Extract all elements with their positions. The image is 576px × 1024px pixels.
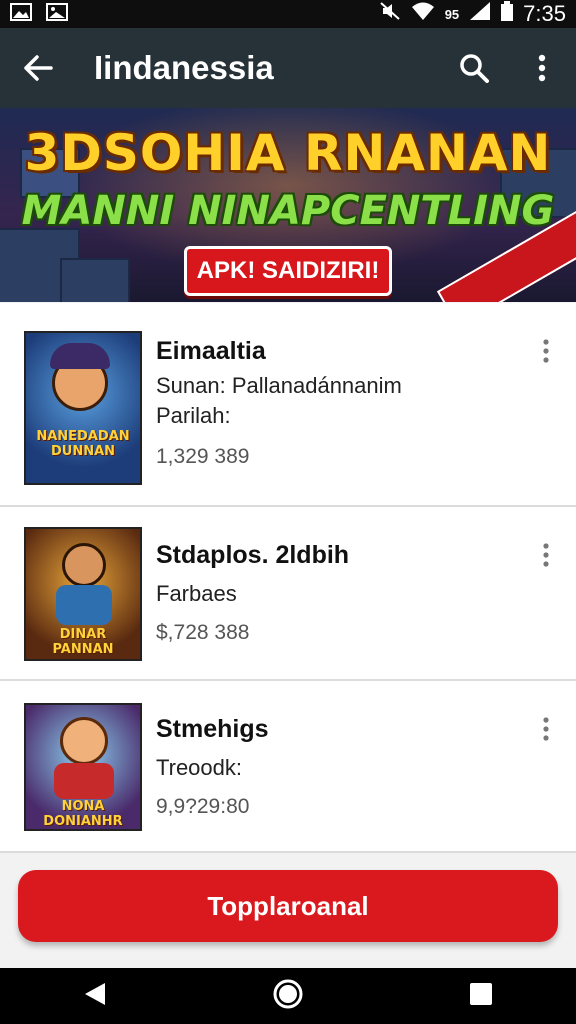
system-nav-bar <box>0 968 576 1024</box>
more-vert-icon[interactable] <box>534 331 558 371</box>
app-description: Treoodk: <box>156 755 243 780</box>
promo-banner[interactable]: 3DSOHIA RNANAN MANNI NINAPCENTLING APK! … <box>0 108 576 302</box>
app-list: NANEDADAN DUNNAN Eimaaltia Sunan: Pallan… <box>0 303 576 853</box>
list-item[interactable]: NONA DONIANHR Stmehigs Treoodk: 9,9?29:8… <box>0 681 576 853</box>
banner-subline: MANNI NINAPCENTLING <box>21 188 555 234</box>
page-title: Iindanessia <box>94 49 274 86</box>
more-vert-icon[interactable] <box>508 28 576 108</box>
app-thumbnail: DINAR PANNAN <box>24 527 142 661</box>
home-circle-icon[interactable] <box>272 978 304 1015</box>
more-vert-icon[interactable] <box>534 535 558 575</box>
image-icon <box>10 2 32 26</box>
app-count: $,728 388 <box>156 621 250 644</box>
primary-cta-button[interactable]: Topplaroanal <box>18 870 558 942</box>
app-description: Sunan: Pallanadánnanim Parilah: <box>156 373 402 428</box>
back-triangle-icon[interactable] <box>83 981 107 1012</box>
character-art <box>60 717 108 765</box>
app-bar: Iindanessia <box>0 28 576 108</box>
wifi-icon <box>411 1 435 27</box>
app-name: Eimaaltia <box>156 337 266 365</box>
app-thumbnail: NANEDADAN DUNNAN <box>24 331 142 485</box>
banner-block <box>60 258 130 302</box>
apk-badge[interactable]: APK! SAIDIZIRI! <box>184 246 392 296</box>
recents-square-icon[interactable] <box>469 982 493 1011</box>
network-label: 95 <box>444 6 460 22</box>
character-body <box>54 763 114 799</box>
banner-headline: 3DSOHIA RNANAN <box>24 124 552 182</box>
list-item[interactable]: NANEDADAN DUNNAN Eimaaltia Sunan: Pallan… <box>0 303 576 507</box>
app-name: Stdaplos. 2ldbih <box>156 541 350 569</box>
gallery-icon <box>46 2 68 26</box>
character-hat <box>50 343 110 369</box>
thumbnail-art-text: NONA DONIANHR <box>43 799 123 829</box>
back-arrow-icon[interactable] <box>0 28 76 108</box>
app-name: Stmehigs <box>156 715 269 743</box>
mute-icon <box>379 1 401 27</box>
character-art <box>62 543 106 587</box>
thumbnail-art-text: DINAR PANNAN <box>52 627 114 657</box>
app-count: 1,329 389 <box>156 445 250 468</box>
app-thumbnail: NONA DONIANHR <box>24 703 142 831</box>
battery-icon <box>501 1 514 27</box>
status-bar: 95 7:35 <box>0 0 576 28</box>
character-body <box>56 585 112 625</box>
signal-icon <box>469 1 491 27</box>
thumbnail-art-text: NANEDADAN DUNNAN <box>36 429 130 459</box>
app-count: 9,9?29:80 <box>156 795 250 818</box>
more-vert-icon[interactable] <box>534 709 558 749</box>
list-item[interactable]: DINAR PANNAN Stdaplos. 2ldbih Farbaes $,… <box>0 507 576 681</box>
search-icon[interactable] <box>440 28 508 108</box>
app-description: Farbaes <box>156 581 237 606</box>
status-time: 7:35 <box>523 1 566 26</box>
